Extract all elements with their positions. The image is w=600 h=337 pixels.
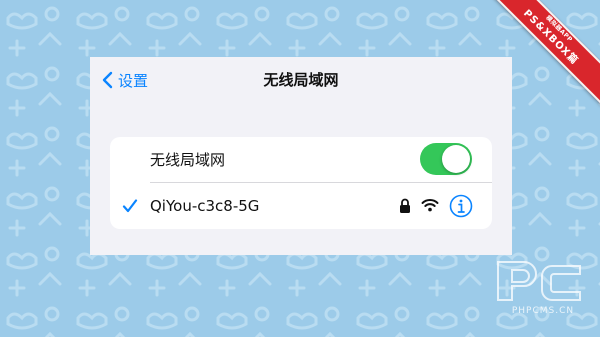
corner-ribbon: 模拟器APP PS&XBOX篇	[490, 0, 600, 110]
wifi-settings-card: 无线局域网 QiYou-c3c8-5G	[110, 137, 492, 229]
watermark-text: PHPCMS.CN	[511, 306, 575, 316]
wifi-toggle-switch[interactable]	[420, 143, 472, 175]
back-button-label: 设置	[118, 71, 149, 90]
page-title: 无线局域网	[263, 71, 339, 89]
info-icon[interactable]	[449, 194, 473, 218]
toggle-knob	[442, 145, 470, 173]
wifi-toggle-row: 无线局域网	[110, 137, 492, 183]
checkmark-icon	[122, 199, 138, 213]
wifi-icon	[421, 199, 439, 212]
settings-panel: 设置 无线局域网 无线局域网 QiYou-c3c8-5G	[90, 57, 512, 255]
lock-icon	[400, 198, 410, 213]
network-name: QiYou-c3c8-5G	[150, 197, 260, 215]
wifi-toggle-label: 无线局域网	[150, 151, 226, 169]
network-row[interactable]: QiYou-c3c8-5G	[110, 183, 492, 229]
back-button[interactable]: 设置	[102, 69, 148, 91]
chevron-left-icon	[102, 71, 113, 89]
ribbon-banner: 模拟器APP PS&XBOX篇	[490, 0, 600, 106]
